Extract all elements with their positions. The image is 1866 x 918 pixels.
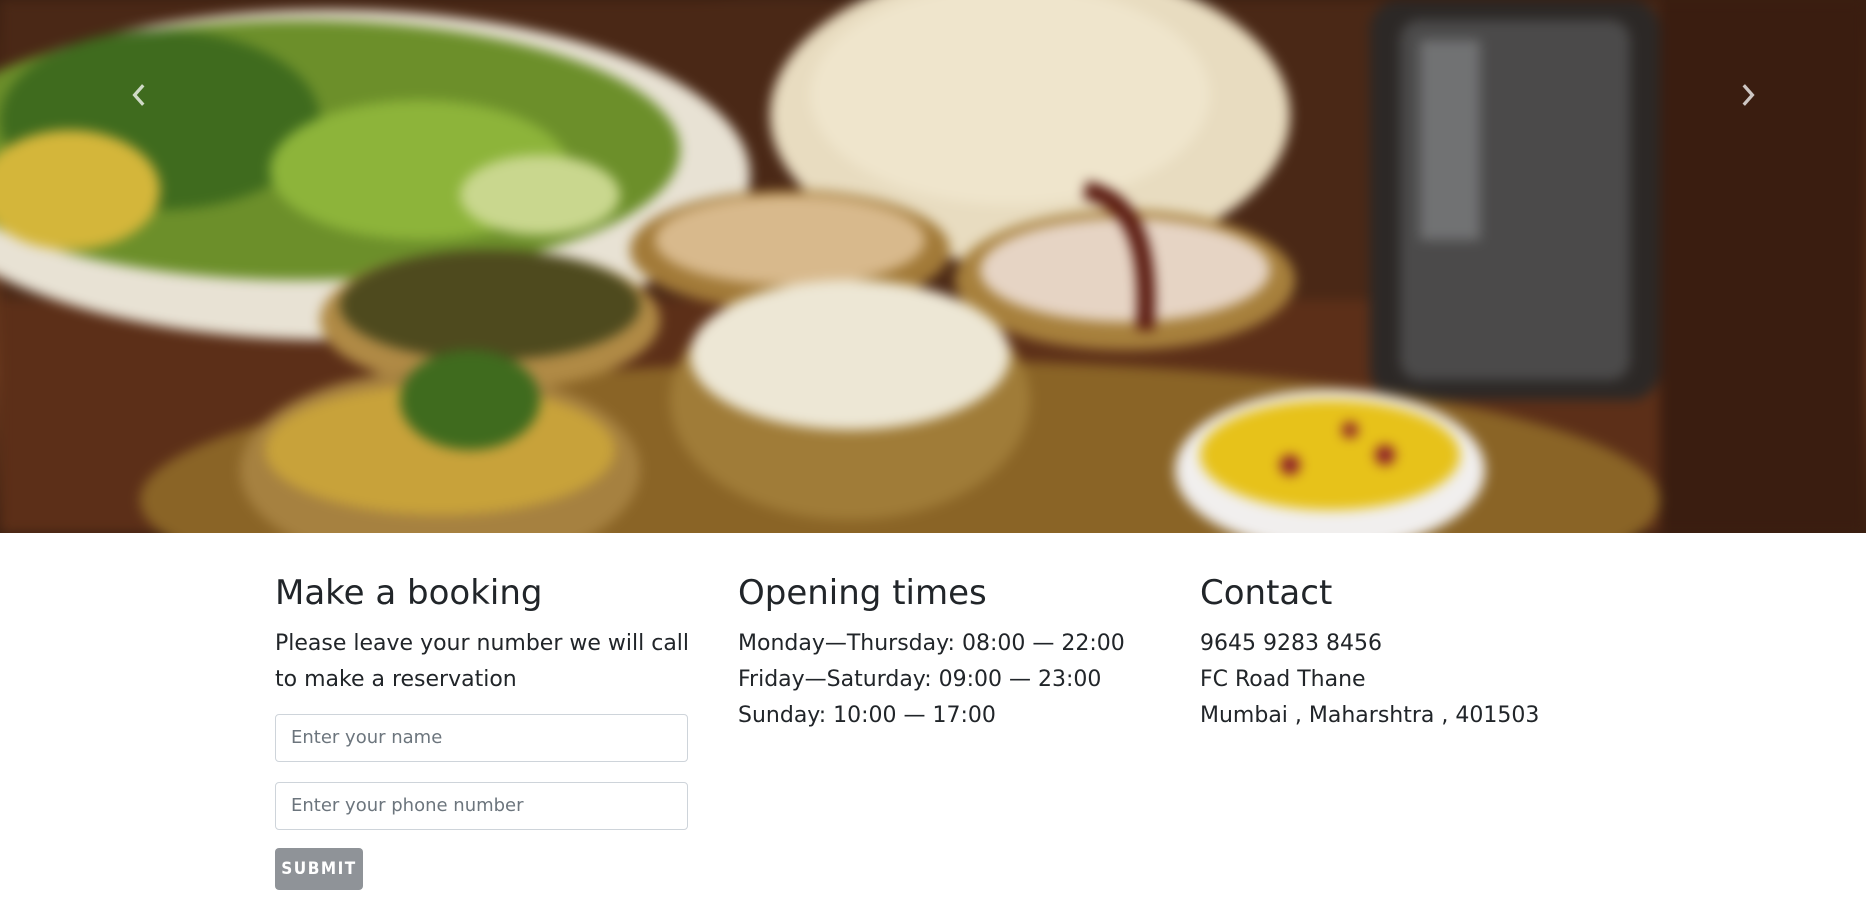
contact-phone: 9645 9283 8456 xyxy=(1200,630,1382,656)
contact-title: Contact xyxy=(1200,573,1333,613)
hours-line-sunday: Sunday: 10:00 — 17:00 xyxy=(738,702,996,728)
opening-times-title: Opening times xyxy=(738,573,987,613)
info-section: Make a booking Please leave your number … xyxy=(0,533,1866,918)
contact-column: Contact 9645 9283 8456 FC Road Thane Mum… xyxy=(1200,573,1620,734)
name-input[interactable] xyxy=(275,713,688,762)
carousel-next-button[interactable] xyxy=(1712,60,1782,130)
submit-button[interactable]: SUBMIT xyxy=(275,847,363,890)
carousel-prev-button[interactable] xyxy=(105,60,175,130)
hours-line-weekend: Friday—Saturday: 09:00 — 23:00 xyxy=(738,666,1102,692)
booking-title: Make a booking xyxy=(275,573,543,613)
contact-street: FC Road Thane xyxy=(1200,666,1366,692)
opening-times-column: Opening times Monday—Thursday: 08:00 — 2… xyxy=(738,573,1158,734)
chevron-left-icon xyxy=(132,84,145,106)
phone-input[interactable] xyxy=(275,781,688,830)
hours-line-weekdays: Monday—Thursday: 08:00 — 22:00 xyxy=(738,630,1125,656)
contact-city: Mumbai , Maharshtra , 401503 xyxy=(1200,702,1540,728)
booking-column: Make a booking Please leave your number … xyxy=(275,573,695,890)
booking-intro: Please leave your number we will call to… xyxy=(275,630,690,692)
chevron-right-icon xyxy=(1742,84,1755,106)
hero-carousel xyxy=(0,0,1866,533)
food-thali-photo xyxy=(0,0,1866,533)
